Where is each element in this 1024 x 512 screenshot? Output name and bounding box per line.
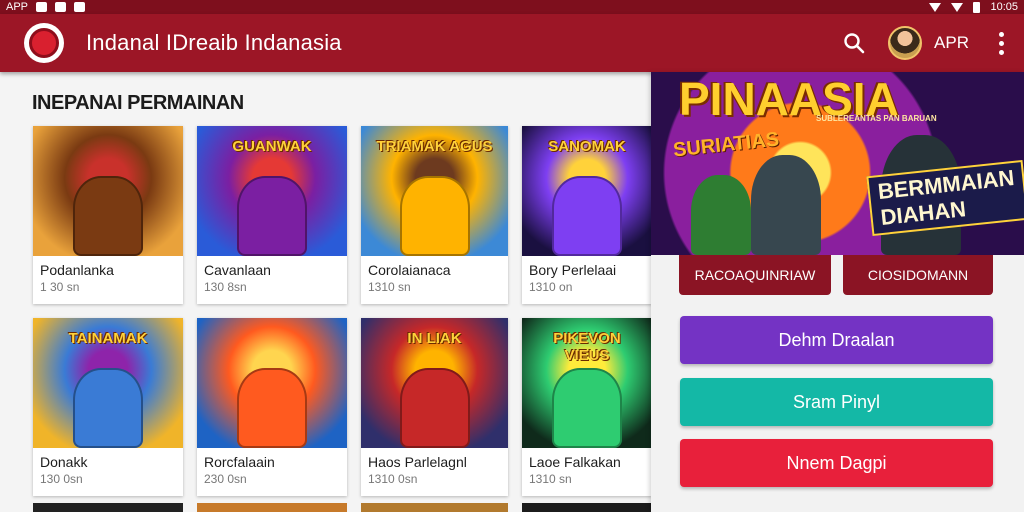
game-card[interactable]: Podanlanka 1 30 sn (33, 126, 183, 304)
game-meta: 1310 0sn (368, 472, 418, 486)
game-meta: 230 0sn (204, 472, 247, 486)
game-name: Corolaianaca (368, 262, 451, 278)
game-thumbnail: TAINAMAK (33, 318, 183, 448)
game-thumbnail: PIKEVON VIEUS (522, 318, 652, 448)
status-time: 10:05 (990, 1, 1018, 13)
panel-tabs: RACOAQUINRIAW CIOSIDOMANN (679, 255, 993, 295)
user-label[interactable]: APR (934, 33, 969, 53)
character-figure (237, 368, 307, 448)
tab-2[interactable]: CIOSIDOMANN (843, 255, 993, 295)
character-figure (237, 176, 307, 256)
game-art-text: GUANWAK (232, 138, 312, 155)
next-row-preview (33, 503, 652, 512)
game-art-text: TRIAMAK AGUS (376, 138, 493, 155)
game-thumbnail: TRIAMAK AGUS (361, 126, 508, 256)
game-art-text: IN LIAK (407, 330, 462, 347)
more-vert-icon[interactable] (999, 31, 1004, 55)
action-button-secondary[interactable]: Sram Pinyl (680, 378, 993, 426)
section-title: INEPANAI PERMAINAN (32, 92, 244, 114)
app-logo-icon[interactable] (24, 23, 64, 63)
game-thumbnail: GUANWAK (197, 126, 347, 256)
game-meta: 1310 on (529, 280, 573, 294)
avatar[interactable] (888, 26, 923, 60)
signal-icon (951, 2, 964, 12)
game-name: Cavanlaan (204, 262, 271, 278)
game-thumbnail (33, 126, 183, 256)
game-card[interactable]: TAINAMAK Donakk 130 0sn (33, 318, 183, 496)
character-figure (552, 176, 622, 256)
app-bar: Indanal IDreaib Indanasia APR (0, 14, 1024, 72)
action-button-primary[interactable]: Dehm Draalan (680, 316, 993, 364)
game-art-text: PIKEVON VIEUS (553, 330, 621, 364)
featured-panel: PINAASIA SUBLEREANTAS PAN BARUAN SURIATI… (651, 72, 1024, 512)
game-card[interactable]: TRIAMAK AGUS Corolaianaca 1310 sn (361, 126, 508, 304)
battery-icon (973, 1, 981, 13)
game-meta: 130 8sn (204, 280, 247, 294)
game-name: Haos Parlelagnl (368, 454, 467, 470)
game-thumbnail (197, 318, 347, 448)
banner-tagline: SUBLEREANTAS PAN BARUAN (816, 114, 937, 123)
notification-icon (74, 2, 86, 12)
game-name: Donakk (40, 454, 88, 470)
banner-subtitle: SURIATIAS (672, 128, 781, 162)
character-figure (399, 176, 470, 256)
game-name: Bory Perlelaai (529, 262, 617, 278)
character-figure (691, 175, 751, 255)
game-name: Rorcfalaain (204, 454, 275, 470)
game-card[interactable]: PIKEVON VIEUS Laoe Falkakan 1310 sn (522, 318, 652, 496)
notification-icon (55, 2, 67, 12)
game-art-text: TAINAMAK (68, 330, 148, 347)
search-icon[interactable] (836, 25, 872, 61)
game-card[interactable]: IN LIAK Haos Parlelagnl 1310 0sn (361, 318, 508, 496)
notification-icon (36, 2, 48, 12)
character-figure (399, 368, 470, 448)
game-thumbnail: IN LIAK (361, 318, 508, 448)
character-figure (73, 176, 143, 256)
game-card[interactable]: GUANWAK Cavanlaan 130 8sn (197, 126, 347, 304)
game-thumbnail: SANOMAK (522, 126, 652, 256)
character-figure (73, 368, 143, 448)
character-figure (751, 155, 821, 255)
game-art-text: SANOMAK (548, 138, 626, 155)
featured-banner[interactable]: PINAASIA SUBLEREANTAS PAN BARUAN SURIATI… (651, 72, 1024, 255)
game-meta: 1310 sn (529, 472, 572, 486)
status-bar: APP 10:05 (0, 0, 1024, 14)
game-grid: Podanlanka 1 30 sn GUANWAK Cavanlaan 130 8sn… (33, 126, 653, 496)
character-figure (552, 368, 622, 448)
status-app-label: APP (6, 1, 29, 13)
game-meta: 1 30 sn (40, 280, 80, 294)
game-meta: 1310 sn (368, 280, 411, 294)
action-button-danger[interactable]: Nnem Dagpi (680, 439, 993, 487)
game-name: Laoe Falkakan (529, 454, 621, 470)
game-meta: 130 0sn (40, 472, 83, 486)
tab-1[interactable]: RACOAQUINRIAW (679, 255, 831, 295)
game-name: Podanlanka (40, 262, 114, 278)
game-card[interactable]: Rorcfalaain 230 0sn (197, 318, 347, 496)
game-card[interactable]: SANOMAK Bory Perlelaai 1310 on (522, 126, 652, 304)
wifi-icon (929, 2, 942, 12)
app-title: Indanal IDreaib Indanasia (86, 30, 342, 55)
